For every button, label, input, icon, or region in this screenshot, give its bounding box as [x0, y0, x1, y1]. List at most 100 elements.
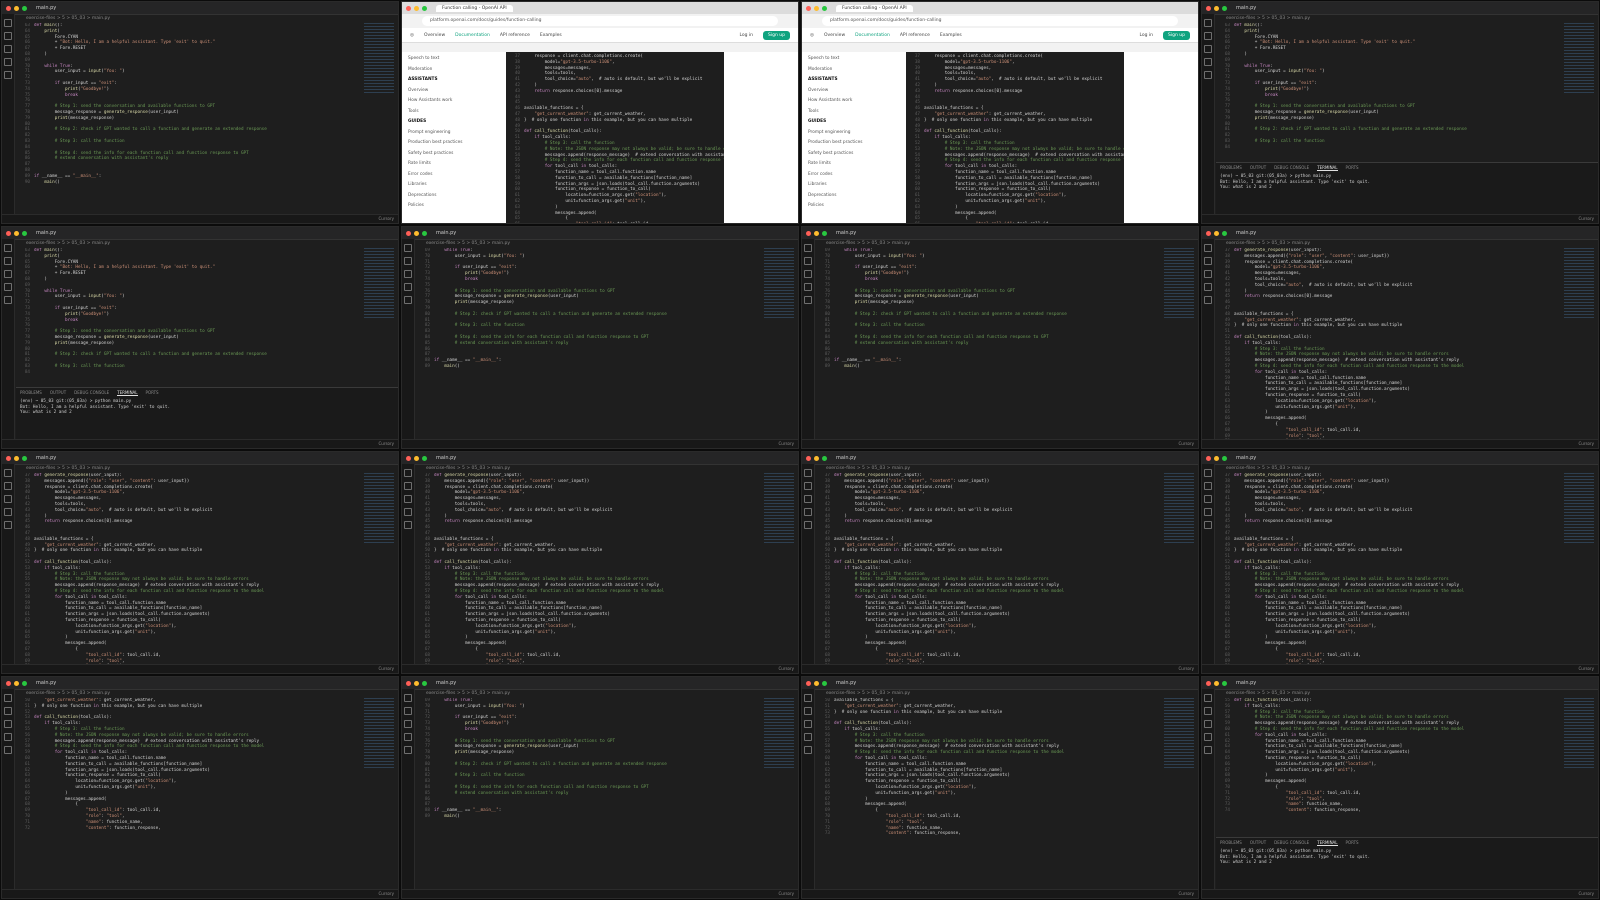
panel-tab[interactable]: PROBLEMS	[20, 390, 42, 396]
close-icon[interactable]	[406, 680, 411, 686]
maximize-icon[interactable]	[422, 5, 427, 11]
files-icon[interactable]	[404, 694, 412, 702]
files-icon[interactable]	[404, 469, 412, 477]
sidebar-item[interactable]: Libraries	[408, 182, 500, 193]
files-icon[interactable]	[1204, 244, 1212, 252]
code-editor[interactable]: 63 def main(): 64 print(65 Fore.CYAN 66 + "…	[16, 23, 358, 215]
minimize-icon[interactable]	[814, 680, 819, 686]
close-icon[interactable]	[806, 5, 811, 11]
editor-tab[interactable]: main.py	[1236, 680, 1256, 686]
minimize-icon[interactable]	[414, 230, 419, 236]
maximize-icon[interactable]	[22, 455, 27, 461]
close-icon[interactable]	[1206, 680, 1211, 686]
minimap[interactable]	[764, 248, 794, 318]
minimap[interactable]	[1164, 248, 1194, 318]
code-editor[interactable]: 50 available_functions = {51 "get_current…	[816, 698, 1158, 890]
panel-tab[interactable]: PROBLEMS	[1220, 165, 1242, 171]
terminal-panel[interactable]: PROBLEMS OUTPUT DEBUG CONSOLE TERMINAL PORTS…	[1216, 162, 1598, 215]
openai-logo-icon[interactable]: ◎	[410, 33, 414, 38]
extensions-icon[interactable]	[1204, 746, 1212, 754]
maximize-icon[interactable]	[822, 680, 827, 686]
minimize-icon[interactable]	[1214, 5, 1219, 11]
minimize-icon[interactable]	[1214, 680, 1219, 686]
close-icon[interactable]	[1206, 5, 1211, 11]
panel-tab[interactable]: TERMINAL	[117, 390, 138, 396]
sidebar-item[interactable]: Rate limits	[808, 161, 900, 172]
browser-tab[interactable]: Function calling - OpenAI API	[436, 4, 513, 12]
close-icon[interactable]	[6, 230, 11, 236]
panel-tab[interactable]: OUTPUT	[1250, 165, 1266, 171]
nav-link[interactable]: Documentation	[855, 33, 890, 38]
sidebar-item[interactable]: Prompt engineering	[408, 130, 500, 141]
search-icon[interactable]	[4, 707, 12, 715]
source-control-icon[interactable]	[4, 495, 12, 503]
maximize-icon[interactable]	[422, 230, 427, 236]
sidebar-item[interactable]: Production best practices	[408, 140, 500, 151]
sidebar-item[interactable]: Moderation	[808, 67, 900, 78]
close-icon[interactable]	[6, 680, 11, 686]
editor-tab[interactable]: main.py	[36, 5, 56, 11]
minimize-icon[interactable]	[414, 680, 419, 686]
extensions-icon[interactable]	[804, 521, 812, 529]
minimize-icon[interactable]	[14, 455, 19, 461]
extensions-icon[interactable]	[804, 746, 812, 754]
files-icon[interactable]	[1204, 19, 1212, 27]
minimize-icon[interactable]	[414, 5, 419, 11]
sidebar-item[interactable]: Error codes	[808, 172, 900, 183]
maximize-icon[interactable]	[22, 680, 27, 686]
panel-tab[interactable]: PORTS	[1346, 840, 1359, 846]
sidebar-item[interactable]: Moderation	[408, 67, 500, 78]
minimap[interactable]	[1564, 473, 1594, 543]
files-icon[interactable]	[4, 244, 12, 252]
editor-tab[interactable]: main.py	[36, 455, 56, 461]
editor-tab[interactable]: main.py	[1236, 455, 1256, 461]
source-control-icon[interactable]	[4, 720, 12, 728]
files-icon[interactable]	[404, 244, 412, 252]
extensions-icon[interactable]	[4, 296, 12, 304]
sidebar-item[interactable]: Tools	[408, 109, 500, 120]
code-editor[interactable]: 37 def generate_response(user_input): 38 m…	[1216, 473, 1558, 665]
run-icon[interactable]	[4, 733, 12, 741]
sidebar-item[interactable]: Speech to text	[808, 56, 900, 67]
openai-logo-icon[interactable]: ◎	[810, 33, 814, 38]
editor-tab[interactable]: main.py	[1236, 230, 1256, 236]
sidebar-item[interactable]: Overview	[408, 88, 500, 99]
source-control-icon[interactable]	[404, 720, 412, 728]
maximize-icon[interactable]	[822, 455, 827, 461]
sidebar-item[interactable]: Safety best practices	[808, 151, 900, 162]
run-icon[interactable]	[404, 733, 412, 741]
close-icon[interactable]	[806, 680, 811, 686]
sidebar-item[interactable]: Overview	[808, 88, 900, 99]
sidebar-item[interactable]: Production best practices	[808, 140, 900, 151]
extensions-icon[interactable]	[404, 296, 412, 304]
editor-tab[interactable]: main.py	[436, 230, 456, 236]
source-control-icon[interactable]	[804, 495, 812, 503]
minimap[interactable]	[1564, 698, 1594, 768]
close-icon[interactable]	[806, 455, 811, 461]
sidebar-item[interactable]: Deprecations	[408, 193, 500, 204]
run-icon[interactable]	[4, 283, 12, 291]
source-control-icon[interactable]	[4, 45, 12, 53]
source-control-icon[interactable]	[1204, 720, 1212, 728]
run-icon[interactable]	[404, 283, 412, 291]
run-icon[interactable]	[1204, 508, 1212, 516]
minimap[interactable]	[1164, 698, 1194, 768]
editor-tab[interactable]: main.py	[36, 230, 56, 236]
sidebar-item[interactable]: Speech to text	[408, 56, 500, 67]
sidebar-item[interactable]: How Assistants work	[808, 98, 900, 109]
editor-tab[interactable]: main.py	[1236, 5, 1256, 11]
close-icon[interactable]	[6, 455, 11, 461]
close-icon[interactable]	[406, 5, 411, 11]
maximize-icon[interactable]	[822, 230, 827, 236]
minimap[interactable]	[364, 698, 394, 768]
minimap[interactable]	[764, 473, 794, 543]
signup-button[interactable]: Sign up	[1163, 30, 1190, 40]
minimap[interactable]	[1164, 473, 1194, 543]
search-icon[interactable]	[404, 257, 412, 265]
search-icon[interactable]	[4, 257, 12, 265]
extensions-icon[interactable]	[4, 71, 12, 79]
panel-tab[interactable]: DEBUG CONSOLE	[74, 390, 109, 396]
files-icon[interactable]	[804, 694, 812, 702]
files-icon[interactable]	[804, 469, 812, 477]
terminal-panel[interactable]: PROBLEMS OUTPUT DEBUG CONSOLE TERMINAL PORTS…	[1216, 837, 1598, 890]
